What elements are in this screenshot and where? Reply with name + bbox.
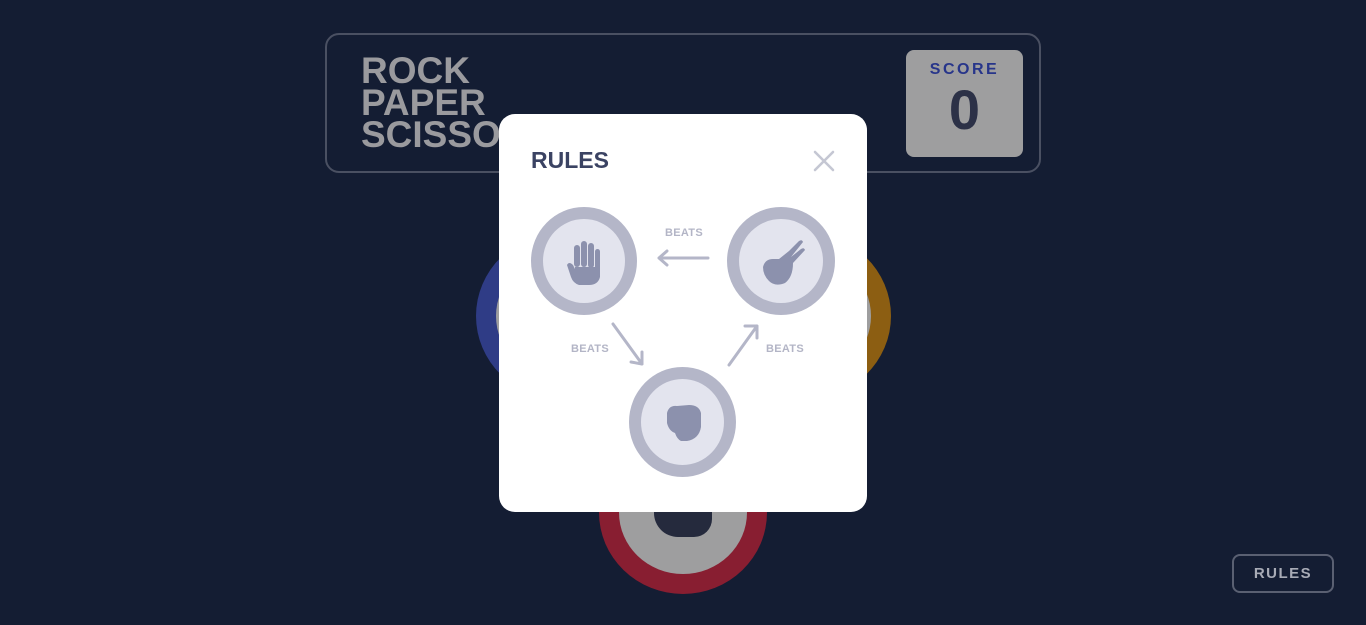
score-value: 0 (948, 78, 981, 141)
rock-fist-icon (667, 405, 701, 441)
score-box: SCORE 0 (906, 50, 1023, 157)
paper-hand-icon (567, 241, 600, 285)
score-label: SCORE (929, 61, 1000, 78)
beats-label-right: BEATS (766, 343, 804, 355)
arrow-down-right-icon (611, 322, 644, 366)
game-screen: ROCK PAPER SCISSORS SCORE 0 RULES RULES (0, 0, 1366, 625)
close-icon[interactable] (812, 149, 836, 173)
arrow-left-icon (657, 249, 710, 267)
rules-modal: RULES BEATS BEATS BEATS (499, 114, 867, 512)
rules-modal-title: RULES (531, 147, 609, 173)
scissors-hand-icon (763, 240, 805, 285)
rules-paper-token (531, 207, 637, 315)
beats-label-top: BEATS (665, 227, 703, 239)
rules-rock-token (629, 367, 736, 477)
beats-label-left: BEATS (571, 343, 609, 355)
rules-button[interactable]: RULES (1232, 554, 1334, 593)
rules-scissors-token (727, 207, 835, 315)
arrow-up-right-icon (727, 324, 759, 367)
